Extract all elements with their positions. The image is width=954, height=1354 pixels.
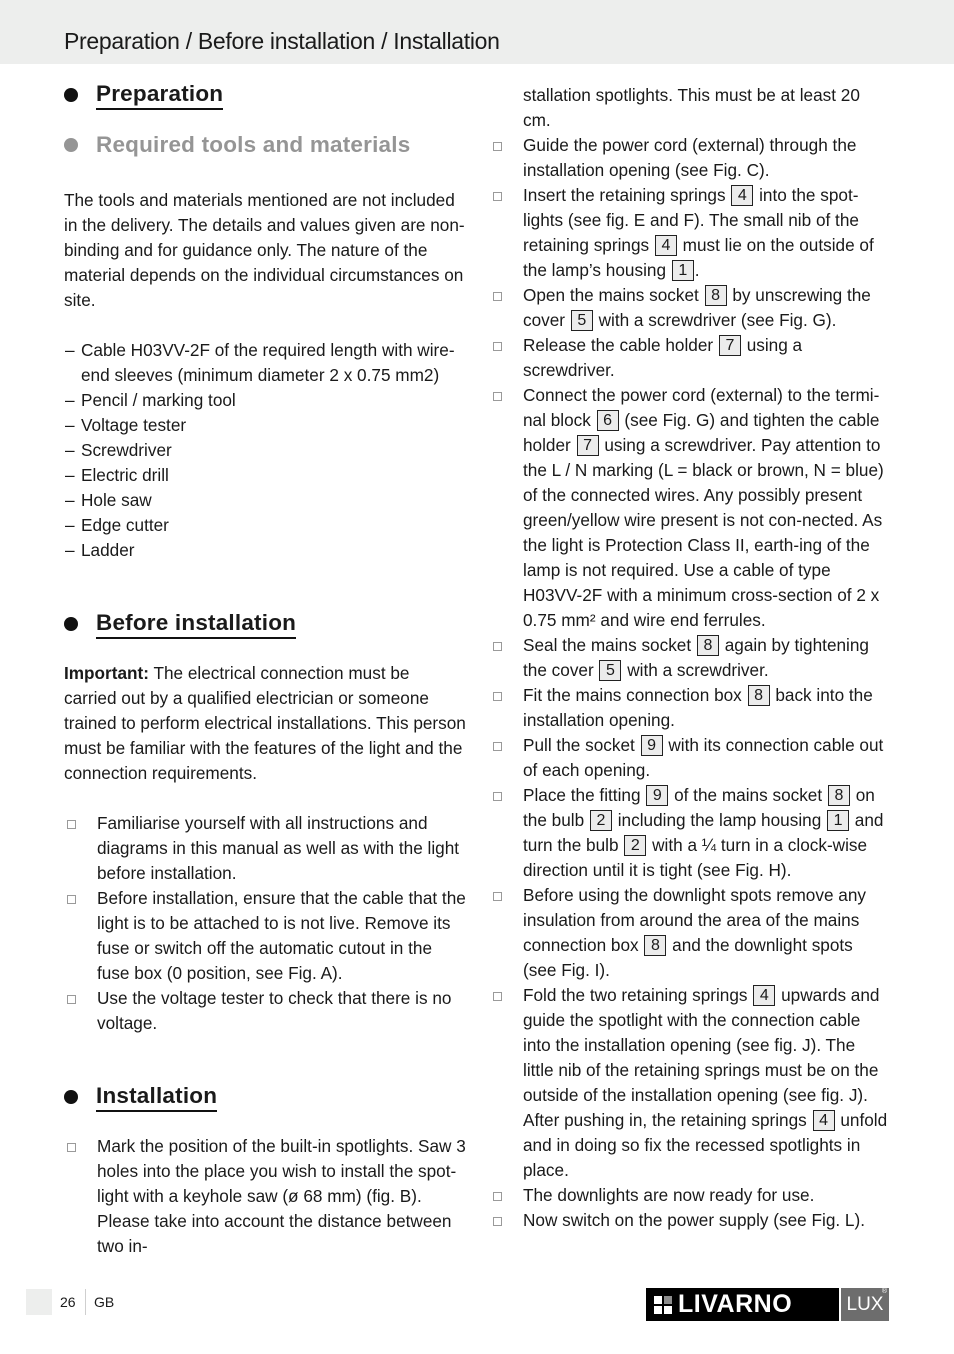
- list-item: The downlights are now ready for use.: [490, 1183, 890, 1208]
- before-installation-steps: Familiarise yourself with all instructio…: [64, 811, 466, 1036]
- important-label: Important:: [64, 663, 149, 683]
- brand-logo: LIVARNO LUX ®: [646, 1288, 889, 1321]
- list-item: Fit the mains connection box 8 back into…: [490, 683, 890, 733]
- language-code: GB: [94, 1294, 115, 1310]
- heading-before-installation: Before installation: [64, 609, 466, 639]
- list-item: Insert the retaining springs 4 into the …: [490, 183, 890, 283]
- installation-steps-left: Mark the position of the built-in spotli…: [64, 1134, 466, 1259]
- list-item: – Ladder: [65, 540, 135, 560]
- footer-divider: [85, 1289, 86, 1315]
- checkbox-square-icon: [493, 392, 502, 401]
- brand-name: LIVARNO: [678, 1290, 793, 1318]
- part-reference: 9: [640, 735, 663, 756]
- tools-list: – Cable H03VV-2F of the required length w…: [64, 338, 466, 563]
- list-item: – Cable H03VV-2F of the required length w…: [65, 340, 455, 385]
- list-item: Fold the two retaining springs 4 upwards…: [490, 983, 890, 1183]
- part-reference: 8: [644, 935, 667, 956]
- important-note: Important: The electrical connection mus…: [64, 663, 466, 783]
- heading-required-tools: Required tools and materials: [64, 130, 466, 160]
- list-item: Pull the socket 9 with its connection ca…: [490, 733, 890, 783]
- part-reference: 8: [747, 685, 770, 706]
- list-item: Familiarise yourself with all instructio…: [64, 811, 466, 886]
- list-item: Connect the power cord (external) to the…: [490, 383, 890, 633]
- part-reference: 9: [646, 785, 669, 806]
- page-title: Preparation / Before installation / Inst…: [64, 28, 500, 54]
- footer-marker: [26, 1289, 52, 1315]
- checkbox-square-icon: [493, 742, 502, 751]
- checkbox-square-icon: [493, 142, 502, 151]
- logo-squares-icon: [654, 1295, 672, 1314]
- checkbox-square-icon: [493, 892, 502, 901]
- checkbox-square-icon: [493, 192, 502, 201]
- checkbox-square-icon: [493, 792, 502, 801]
- part-reference: 8: [696, 635, 719, 656]
- list-item: Release the cable holder 7 using a screw…: [490, 333, 890, 383]
- list-item: Before installation, ensure that the cab…: [64, 886, 466, 986]
- checkbox-square-icon: [493, 692, 502, 701]
- list-item: – Edge cutter: [65, 515, 169, 535]
- tools-intro: The tools and materials mentioned are no…: [64, 190, 465, 310]
- brand-suffix: LUX: [846, 1293, 884, 1315]
- part-reference: 8: [827, 785, 850, 806]
- part-reference: 7: [576, 435, 599, 456]
- checkbox-square-icon: [67, 820, 76, 829]
- left-column: Preparation Required tools and materials…: [64, 80, 466, 1259]
- checkbox-square-icon: [67, 995, 76, 1004]
- list-item: Now switch on the power supply (see Fig.…: [490, 1208, 890, 1233]
- part-reference: 4: [654, 235, 677, 256]
- part-reference: 4: [812, 1110, 835, 1131]
- checkbox-square-icon: [493, 292, 502, 301]
- part-reference: 8: [704, 285, 727, 306]
- part-reference: 1: [827, 810, 850, 831]
- list-item: Mark the position of the built-in spotli…: [64, 1134, 466, 1259]
- checkbox-square-icon: [493, 1217, 502, 1226]
- checkbox-square-icon: [493, 642, 502, 651]
- part-reference: 5: [599, 660, 622, 681]
- list-item: Guide the power cord (external) through …: [490, 133, 890, 183]
- part-reference: 6: [596, 410, 619, 431]
- list-item: Use the voltage tester to check that the…: [64, 986, 466, 1036]
- page-number: 26: [60, 1294, 76, 1310]
- part-reference: 7: [718, 335, 741, 356]
- list-item: Before using the downlight spots remove …: [490, 883, 890, 983]
- bullet-icon: [64, 138, 78, 152]
- list-item: Place the fitting 9 of the mains socket …: [490, 783, 890, 883]
- right-column: stallation spotlights. This must be at l…: [490, 83, 890, 1233]
- bullet-icon: [64, 88, 78, 102]
- list-item-continuation: stallation spotlights. This must be at l…: [523, 85, 860, 130]
- list-item: – Electric drill: [65, 465, 169, 485]
- list-item: Seal the mains socket 8 again by tighten…: [490, 633, 890, 683]
- part-reference: 1: [671, 260, 694, 281]
- bullet-icon: [64, 617, 78, 631]
- heading-installation: Installation: [64, 1082, 466, 1112]
- list-item: – Screwdriver: [65, 440, 172, 460]
- list-item: – Pencil / marking tool: [65, 390, 236, 410]
- checkbox-square-icon: [493, 342, 502, 351]
- checkbox-square-icon: [67, 895, 76, 904]
- part-reference: 5: [570, 310, 593, 331]
- list-item: – Hole saw: [65, 490, 152, 510]
- part-reference: 4: [753, 985, 776, 1006]
- part-reference: 2: [589, 810, 612, 831]
- list-item: – Voltage tester: [65, 415, 187, 435]
- part-reference: 2: [624, 835, 647, 856]
- bullet-icon: [64, 1090, 78, 1104]
- list-item: Open the mains socket 8 by unscrewing th…: [490, 283, 890, 333]
- checkbox-square-icon: [67, 1143, 76, 1152]
- heading-preparation: Preparation: [64, 80, 466, 110]
- registered-mark: ®: [881, 1288, 887, 1295]
- checkbox-square-icon: [493, 1192, 502, 1201]
- part-reference: 4: [731, 185, 754, 206]
- checkbox-square-icon: [493, 992, 502, 1001]
